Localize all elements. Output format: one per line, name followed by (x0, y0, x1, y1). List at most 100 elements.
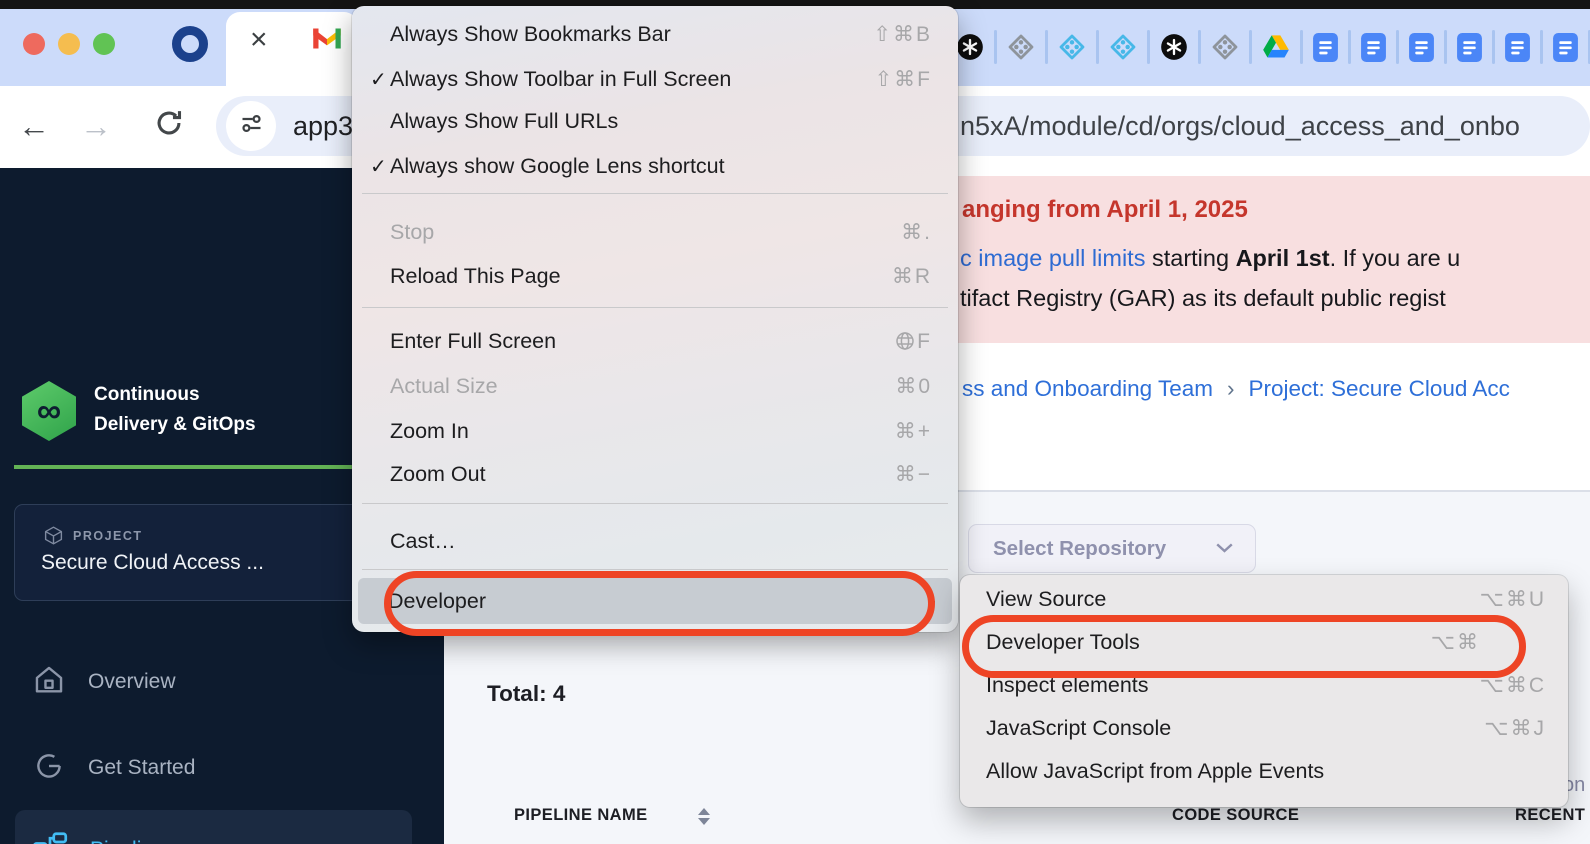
tab-separator (1492, 30, 1495, 64)
module-title-line1: Continuous (94, 380, 256, 410)
docs-icon[interactable] (1409, 33, 1434, 62)
select-repository-dropdown[interactable]: Select Repository (968, 524, 1256, 573)
module-title-line2: Delivery & GitOps (94, 410, 256, 440)
url-text-left[interactable]: app3 (293, 111, 353, 142)
menu-item-label: Zoom In (390, 419, 469, 444)
docs-icon[interactable] (1361, 33, 1386, 62)
menu-item-shortcut: ⌘− (895, 462, 950, 487)
menu-item-zoom-out[interactable]: Zoom Out ⌘− (360, 453, 950, 496)
menu-item-label: Stop (390, 220, 434, 245)
module-title: Continuous Delivery & GitOps (94, 380, 256, 440)
url-text-right[interactable]: n5xA/module/cd/orgs/cloud_access_and_onb… (960, 111, 1590, 142)
harness-cd-hexagon-icon: ∞ (22, 381, 76, 441)
chatgpt-icon[interactable] (1160, 33, 1188, 61)
close-button[interactable] (23, 33, 45, 55)
column-header-recent: RECENT (1515, 806, 1585, 825)
menu-item-enter-full-screen[interactable]: Enter Full Screen F (360, 320, 950, 363)
select-repository-label: Select Repository (993, 537, 1166, 561)
menu-item-zoom-in[interactable]: Zoom In ⌘+ (360, 410, 950, 453)
menu-item-cast[interactable]: Cast… (360, 520, 950, 563)
tune-icon (238, 110, 265, 142)
globe-icon (895, 330, 915, 354)
docs-icon[interactable] (1553, 33, 1578, 62)
banner-bold-text: April 1st (1236, 245, 1330, 271)
menu-item-shortcut: ⌘0 (895, 374, 950, 399)
banner-line2: c image pull limits starting April 1st. … (960, 245, 1460, 272)
developer-submenu: View Source ⌥⌘U Developer Tools ⌥⌘ Inspe… (960, 575, 1568, 807)
tab-separator (1249, 30, 1252, 64)
breadcrumb-separator: › (1227, 376, 1235, 402)
menu-item-shortcut: ⌥⌘U (1480, 587, 1560, 612)
tab-separator (1540, 30, 1543, 64)
sidebar-item-overview[interactable]: Overview (32, 660, 176, 704)
menu-item-always-show-full-urls[interactable]: Always Show Full URLs (360, 100, 950, 143)
menu-item-label: Reload This Page (390, 264, 561, 289)
banner-mid-text: starting (1145, 245, 1235, 271)
menu-item-shortcut: ⇧⌘B (873, 22, 950, 47)
cube-icon (43, 525, 64, 551)
annotation-circle-developer-tools (962, 615, 1526, 678)
clover-gray-icon[interactable] (1211, 33, 1239, 61)
forward-icon[interactable]: → (80, 110, 112, 142)
view-menu: Always Show Bookmarks Bar ⇧⌘B ✓ Always S… (352, 6, 958, 632)
sidebar-item-label: Overview (88, 670, 176, 694)
clover-blue-icon[interactable] (1109, 33, 1137, 61)
chevron-down-icon (1216, 540, 1233, 558)
menu-separator (362, 193, 948, 194)
menu-item-shortcut: F (895, 330, 950, 354)
breadcrumb: ss and Onboarding Team › Project: Secure… (962, 376, 1510, 402)
site-settings-chip[interactable] (226, 101, 276, 151)
menu-item-always-show-google-lens-shortcut[interactable]: ✓ Always show Google Lens shortcut (360, 145, 950, 188)
menu-item-allow-javascript-from-apple-events[interactable]: Allow JavaScript from Apple Events (968, 750, 1560, 793)
back-icon[interactable]: ← (18, 110, 50, 142)
drive-icon[interactable] (1262, 34, 1290, 60)
sidebar-item-label: Get Started (88, 756, 195, 780)
docs-icon[interactable] (1505, 33, 1530, 62)
banner-title: anging from April 1, 2025 (962, 196, 1248, 224)
checkmark: ✓ (360, 67, 390, 92)
tab-separator (1348, 30, 1351, 64)
reload-icon[interactable] (152, 106, 186, 145)
tab-separator (1396, 30, 1399, 64)
banner-line3: tifact Registry (GAR) as its default pub… (960, 285, 1446, 312)
menu-item-always-show-toolbar-in-full-screen[interactable]: ✓ Always Show Toolbar in Full Screen ⇧⌘F (360, 58, 950, 101)
chatgpt-icon[interactable] (956, 33, 984, 61)
docs-icon[interactable] (1313, 33, 1338, 62)
zoom-button[interactable] (93, 33, 115, 55)
menu-item-label: Actual Size (390, 374, 498, 399)
banner-link[interactable]: c image pull limits (960, 245, 1145, 271)
menu-separator (362, 569, 948, 570)
menu-item-always-show-bookmarks-bar[interactable]: Always Show Bookmarks Bar ⇧⌘B (360, 13, 950, 56)
shortcut-key: F (917, 330, 932, 354)
breadcrumb-project-link[interactable]: Project: Secure Cloud Acc (1249, 376, 1510, 402)
menu-item-label: Always Show Toolbar in Full Screen (390, 67, 731, 92)
tab-separator (994, 30, 997, 64)
clover-gray-icon[interactable] (1007, 33, 1035, 61)
sidebar-item-pipelines[interactable]: Pipelines (32, 828, 175, 844)
project-name: Secure Cloud Access ... (41, 551, 264, 575)
menu-item-reload-this-page[interactable]: Reload This Page ⌘R (360, 255, 950, 298)
clover-blue-icon[interactable] (1058, 33, 1086, 61)
menu-item-label: Always Show Bookmarks Bar (390, 22, 671, 47)
tab-close-icon[interactable]: × (250, 25, 268, 55)
docs-icon[interactable] (1457, 33, 1482, 62)
menu-item-shortcut: ⌘. (901, 220, 950, 245)
tab-separator (1444, 30, 1447, 64)
tab-separator (1045, 30, 1048, 64)
sidebar-item-label: Pipelines (90, 838, 175, 844)
checkmark: ✓ (360, 154, 390, 179)
menu-item-javascript-console[interactable]: JavaScript Console ⌥⌘J (968, 707, 1560, 750)
harness-ring-icon[interactable] (172, 26, 208, 62)
menu-item-label: Always show Google Lens shortcut (390, 154, 725, 179)
tab-separator (1300, 30, 1303, 64)
minimize-button[interactable] (58, 33, 80, 55)
get-started-icon (32, 749, 66, 788)
gmail-icon[interactable] (312, 26, 342, 56)
column-header-pipeline-name[interactable]: PIPELINE NAME (514, 806, 648, 825)
sort-arrows-icon[interactable] (698, 808, 710, 825)
menu-item-actual-size: Actual Size ⌘0 (360, 365, 950, 408)
project-label: PROJECT (73, 529, 143, 543)
breadcrumb-org-link[interactable]: ss and Onboarding Team (962, 376, 1213, 402)
tab-separator (1198, 30, 1201, 64)
sidebar-item-get-started[interactable]: Get Started (32, 746, 195, 790)
